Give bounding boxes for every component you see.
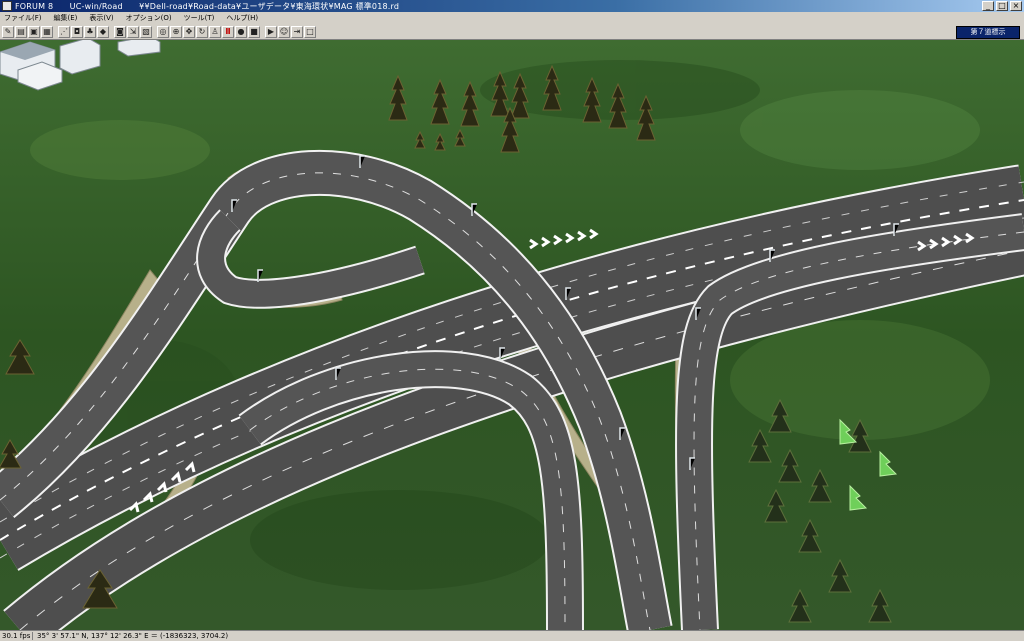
menu-help[interactable]: ヘルプ(H) [222, 13, 266, 23]
car-icon[interactable]: ◘ [71, 25, 83, 38]
menu-options[interactable]: オプション(O) [122, 13, 180, 23]
status-bar: 30.1 fps 35° 3' 57.1" N, 137° 12' 26.3" … [0, 630, 1024, 640]
scene-canvas[interactable] [0, 40, 1024, 630]
open-icon[interactable]: ▤ [15, 25, 27, 38]
road-icon[interactable]: ⋰ [58, 25, 70, 38]
toolbar: ✎ ▤ ▣ ▦ ⋰ ◘ ♣ ◆ ◙ ⇲ ▧ ◎ ⊕ ✥ ↻ ♙ Ⅱ ● ■ ▶ … [0, 24, 1024, 40]
menu-bar: ファイル(F) 編集(E) 表示(V) オプション(O) ツール(T) ヘルプ(… [0, 12, 1024, 24]
minimize-button[interactable]: _ [982, 1, 994, 11]
record-icon[interactable]: ● [235, 25, 247, 38]
zoom-icon[interactable]: ⊕ [170, 25, 182, 38]
view-selector-button[interactable]: 第７道標示 [956, 26, 1020, 39]
menu-view[interactable]: 表示(V) [85, 13, 121, 23]
walk-icon[interactable]: ♙ [209, 25, 221, 38]
drive-icon[interactable]: ⇥ [291, 25, 303, 38]
maximize-button[interactable]: □ [996, 1, 1008, 11]
rotate-icon[interactable]: ↻ [196, 25, 208, 38]
coordinate-readout: 35° 3' 57.1" N, 137° 12' 26.3" E ＝ (-183… [37, 631, 229, 640]
pencil-icon[interactable]: ✎ [2, 25, 14, 38]
export-icon[interactable]: ⇲ [127, 25, 139, 38]
menu-file[interactable]: ファイル(F) [0, 13, 50, 23]
map-icon[interactable]: ▧ [140, 25, 152, 38]
menu-edit[interactable]: 編集(E) [50, 13, 86, 23]
pause-icon[interactable]: Ⅱ [222, 25, 234, 38]
camera-icon[interactable]: ◙ [114, 25, 126, 38]
run-icon[interactable]: ▶ [265, 25, 277, 38]
window-controls: _ □ × [982, 1, 1022, 11]
person-icon[interactable]: ☺ [278, 25, 290, 38]
grid-icon[interactable]: ▦ [41, 25, 53, 38]
menu-tools[interactable]: ツール(T) [180, 13, 223, 23]
window-title: FORUM 8 UC-win/Road ¥¥Dell-road¥Road-dat… [15, 1, 400, 11]
box-icon[interactable]: □ [304, 25, 316, 38]
save-icon[interactable]: ▣ [28, 25, 40, 38]
tree-icon[interactable]: ♣ [84, 25, 96, 38]
app-icon [2, 1, 12, 11]
fps-readout: 30.1 fps [0, 631, 33, 640]
3d-viewport[interactable] [0, 40, 1024, 630]
move-icon[interactable]: ✥ [183, 25, 195, 38]
shield-icon[interactable]: ◆ [97, 25, 109, 38]
title-bar: FORUM 8 UC-win/Road ¥¥Dell-road¥Road-dat… [0, 0, 1024, 12]
target-icon[interactable]: ◎ [157, 25, 169, 38]
stop-icon[interactable]: ■ [248, 25, 260, 38]
close-button[interactable]: × [1010, 1, 1022, 11]
